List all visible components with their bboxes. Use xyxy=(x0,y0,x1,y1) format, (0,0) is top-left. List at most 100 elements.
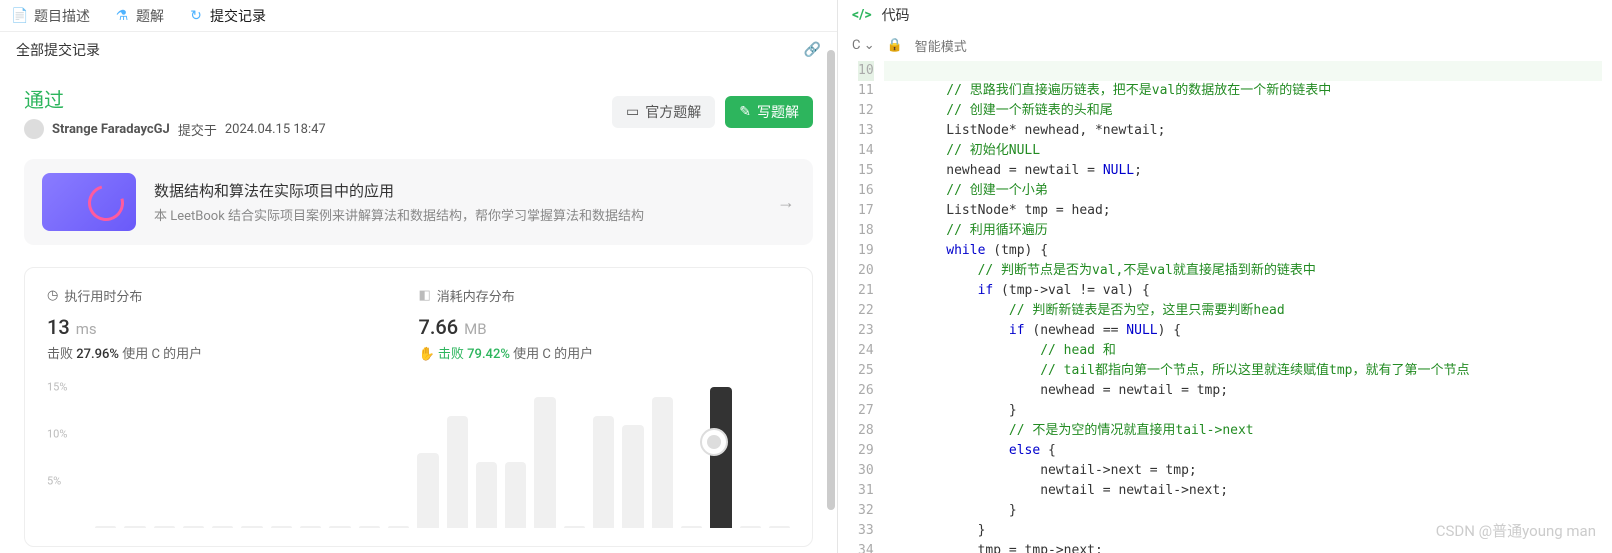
code-line[interactable]: // 判断节点是否为val,不是val就直接尾插到新的链表中 xyxy=(884,261,1602,281)
code-line[interactable]: if (tmp->val != val) { xyxy=(884,281,1602,301)
code-line[interactable]: // 思路我们直接遍历链表，把不是val的数据放在一个新的链表中 xyxy=(884,81,1602,101)
code-line[interactable]: while (tmp) { xyxy=(884,241,1602,261)
mem-verb: 击败 xyxy=(438,347,464,362)
chart-bar[interactable] xyxy=(183,526,204,528)
doc-icon: 📄 xyxy=(12,8,28,24)
code-body[interactable]: // 思路我们直接遍历链表，把不是val的数据放在一个新的链表中 // 创建一个… xyxy=(884,61,1612,553)
chart-bar[interactable] xyxy=(271,526,292,528)
status-pass: 通过 xyxy=(24,84,326,113)
chart-bar[interactable] xyxy=(769,526,790,528)
line-number: 27 xyxy=(858,401,874,421)
chart-bar[interactable] xyxy=(329,526,350,528)
subheader: 全部提交记录 🔗 xyxy=(0,32,837,68)
line-number: 25 xyxy=(858,361,874,381)
mode-label[interactable]: 智能模式 xyxy=(915,36,967,55)
code-line[interactable]: newtail->next = tmp; xyxy=(884,461,1602,481)
code-icon: </> xyxy=(852,7,872,23)
mem-label: 消耗内存分布 xyxy=(437,286,515,305)
status-row: 通过 Strange FaradaycGJ 提交于 2024.04.15 18:… xyxy=(24,84,813,139)
code-line[interactable]: } xyxy=(884,521,1602,541)
line-number: 14 xyxy=(858,141,874,161)
chart-bar[interactable] xyxy=(359,526,380,528)
chart-bar[interactable] xyxy=(681,526,702,528)
code-line[interactable]: // tail都指向第一个节点，所以这里就连续赋值tmp，就有了第一个节点 xyxy=(884,361,1602,381)
code-line[interactable]: } xyxy=(884,501,1602,521)
chart-bar[interactable] xyxy=(95,526,116,528)
write-solution-button[interactable]: ✎ 写题解 xyxy=(725,96,813,128)
line-number: 28 xyxy=(858,421,874,441)
line-number: 33 xyxy=(858,521,874,541)
link-icon[interactable]: 🔗 xyxy=(804,42,821,58)
line-number: 29 xyxy=(858,441,874,461)
chart-bar[interactable] xyxy=(593,416,614,529)
code-line[interactable] xyxy=(884,61,1602,81)
chart-bar[interactable] xyxy=(241,526,262,528)
code-line[interactable]: else { xyxy=(884,441,1602,461)
chevron-right-icon: → xyxy=(777,192,795,213)
code-line[interactable]: // 不是为空的情况就直接用tail->next xyxy=(884,421,1602,441)
time-value: 13 xyxy=(47,315,70,339)
avatar[interactable] xyxy=(24,119,44,139)
mem-stats: ◧ 消耗内存分布 7.66 MB ✋ 击败 79.42% 使用 C 的用户 xyxy=(419,286,791,362)
code-header: </> 代码 xyxy=(838,0,1612,30)
line-gutter: 1011121314151617181920212223242526272829… xyxy=(838,61,884,553)
line-number: 32 xyxy=(858,501,874,521)
line-number: 18 xyxy=(858,221,874,241)
official-solution-button[interactable]: ▭ 官方题解 xyxy=(612,96,715,128)
line-number: 19 xyxy=(858,241,874,261)
chart-bar[interactable] xyxy=(710,387,731,528)
chart-bar[interactable] xyxy=(476,462,497,528)
promo-body: 数据结构和算法在实际项目中的应用 本 LeetBook 结合实际项目案例来讲解算… xyxy=(154,180,759,224)
chart-bar[interactable] xyxy=(534,397,555,528)
promo-thumb xyxy=(42,173,136,231)
chart-bar[interactable] xyxy=(740,526,761,528)
code-line[interactable]: ListNode* newhead, *newtail; xyxy=(884,121,1602,141)
tab-description[interactable]: 📄 题目描述 xyxy=(12,6,90,26)
code-editor[interactable]: 1011121314151617181920212223242526272829… xyxy=(838,61,1612,553)
code-line[interactable]: // 创建一个小弟 xyxy=(884,181,1602,201)
code-line[interactable]: } xyxy=(884,401,1602,421)
chart-bar[interactable] xyxy=(447,416,468,529)
line-number: 15 xyxy=(858,161,874,181)
code-line[interactable]: // 利用循环遍历 xyxy=(884,221,1602,241)
time-unit: ms xyxy=(76,320,97,338)
code-line[interactable]: tmp = tmp->next; xyxy=(884,541,1602,553)
mem-tail: 使用 C 的用户 xyxy=(513,347,593,362)
code-line[interactable]: newhead = newtail = tmp; xyxy=(884,381,1602,401)
tab-solution[interactable]: ⚗ 题解 xyxy=(114,6,164,26)
username[interactable]: Strange FaradaycGJ xyxy=(52,122,170,137)
chart-bar[interactable] xyxy=(154,526,175,528)
promo-card[interactable]: 数据结构和算法在实际项目中的应用 本 LeetBook 结合实际项目案例来讲解算… xyxy=(24,159,813,245)
code-line[interactable]: ListNode* tmp = head; xyxy=(884,201,1602,221)
tab-record[interactable]: ↻ 提交记录 xyxy=(188,6,266,26)
chart-bar[interactable] xyxy=(622,425,643,528)
time-stats: ◷ 执行用时分布 13 ms 击败 27.96% 使用 C 的用户 xyxy=(47,286,419,362)
code-line[interactable]: // 初始化NULL xyxy=(884,141,1602,161)
code-toolbar: C ⌄ 🔒 智能模式 xyxy=(838,30,1612,61)
chart-bar[interactable] xyxy=(124,526,145,528)
code-line[interactable]: newtail = newtail->next; xyxy=(884,481,1602,501)
left-panel: 📄 题目描述 ⚗ 题解 ↻ 提交记录 全部提交记录 🔗 通过 Strange F… xyxy=(0,0,838,553)
chart-bar[interactable] xyxy=(417,453,438,528)
code-line[interactable]: newhead = newtail = NULL; xyxy=(884,161,1602,181)
chart-bar[interactable] xyxy=(212,526,233,528)
chart-bar[interactable] xyxy=(300,526,321,528)
code-line[interactable]: // 创建一个新链表的头和尾 xyxy=(884,101,1602,121)
line-number: 20 xyxy=(858,261,874,281)
chart-bar[interactable] xyxy=(652,397,673,528)
line-number: 23 xyxy=(858,321,874,341)
code-line[interactable]: // 判断新链表是否为空，这里只需要判断head xyxy=(884,301,1602,321)
submitted-time: 2024.04.15 18:47 xyxy=(225,122,326,137)
language-select[interactable]: C ⌄ xyxy=(852,38,875,53)
flask-icon: ⚗ xyxy=(114,8,130,24)
runtime-chart: 15%10%5% xyxy=(47,378,790,528)
stats-card: ◷ 执行用时分布 13 ms 击败 27.96% 使用 C 的用户 xyxy=(24,267,813,547)
code-line[interactable]: // head 和 xyxy=(884,341,1602,361)
submitted-prefix: 提交于 xyxy=(178,120,217,139)
scrollbar[interactable] xyxy=(827,50,835,510)
chart-bar[interactable] xyxy=(564,526,585,528)
promo-title: 数据结构和算法在实际项目中的应用 xyxy=(154,180,759,201)
code-line[interactable]: if (newhead == NULL) { xyxy=(884,321,1602,341)
chart-bar[interactable] xyxy=(505,462,526,528)
chart-bar[interactable] xyxy=(388,526,409,528)
